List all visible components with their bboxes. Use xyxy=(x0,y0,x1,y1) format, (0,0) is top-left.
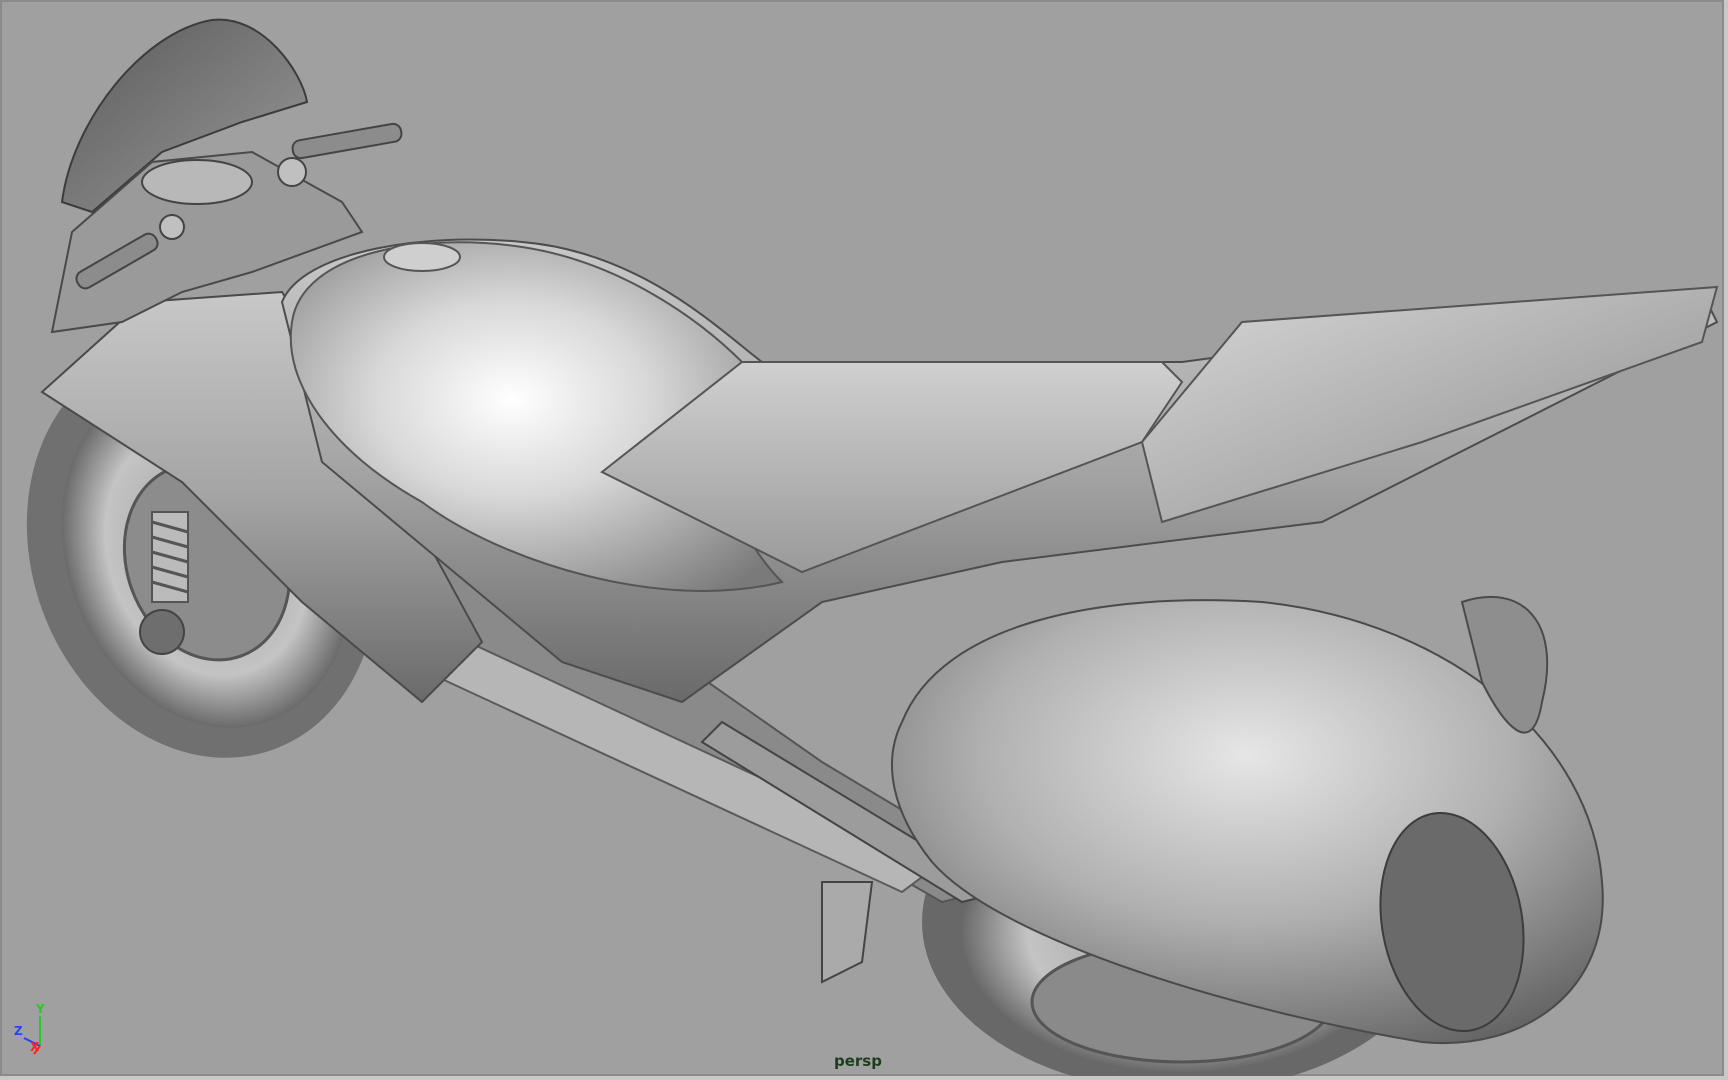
camera-name-label: persp xyxy=(834,1052,882,1070)
y-axis-label: Y xyxy=(36,1002,45,1016)
viewport-right-border xyxy=(1724,0,1728,1080)
x-axis-label: X xyxy=(30,1040,40,1054)
tail-section xyxy=(1140,285,1719,524)
viewport-bottom-border xyxy=(0,1076,1728,1080)
axis-orientation-gizmo: Y Z X xyxy=(12,1002,52,1058)
perspective-viewport[interactable]: persp Y Z X xyxy=(0,0,1726,1078)
z-axis-label: Z xyxy=(14,1024,23,1038)
motorcycle-model[interactable] xyxy=(2,2,1726,1078)
